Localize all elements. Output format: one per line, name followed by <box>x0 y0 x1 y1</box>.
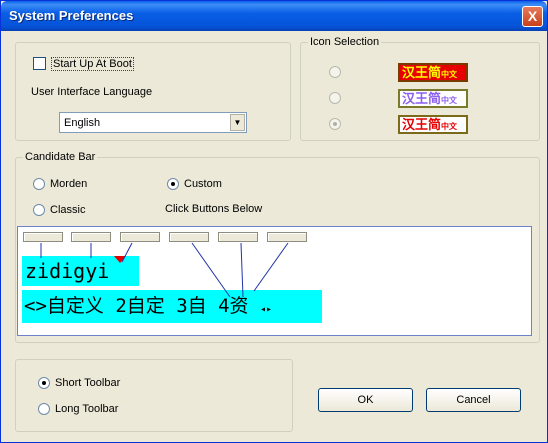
ime-icon-3[interactable]: 汉王简中文 <box>398 115 468 134</box>
icon-selection-group: Icon Selection 汉王简中文 汉王简中文 汉王简中文 <box>300 36 540 141</box>
short-toolbar-label[interactable]: Short Toolbar <box>55 377 120 389</box>
chevron-down-icon[interactable]: ▼ <box>230 114 245 131</box>
ime-icon-text: 汉王简 <box>402 117 442 132</box>
window-title: System Preferences <box>9 8 134 23</box>
short-toolbar-radio[interactable] <box>38 377 50 389</box>
ime-icon-2[interactable]: 汉王简中文 <box>398 89 468 108</box>
ime-icon-small-text: 中文 <box>441 96 458 105</box>
ime-icon-text: 汉王简 <box>402 65 442 80</box>
morden-radio[interactable] <box>33 178 45 190</box>
icon-option-radio-2[interactable] <box>329 92 341 104</box>
language-label: User Interface Language <box>31 86 153 98</box>
icon-option-radio-1[interactable] <box>329 66 341 78</box>
morden-label[interactable]: Morden <box>50 178 87 190</box>
cancel-button[interactable]: Cancel <box>426 388 521 412</box>
custom-radio[interactable] <box>167 178 179 190</box>
custom-label[interactable]: Custom <box>184 178 222 190</box>
ime-icon-small-text: 中文 <box>441 122 458 131</box>
startup-label[interactable]: Start Up At Boot <box>51 57 134 71</box>
ime-icon-small-text: 中文 <box>441 70 458 79</box>
long-toolbar-label[interactable]: Long Toolbar <box>55 403 118 415</box>
icon-selection-label: Icon Selection <box>308 36 382 48</box>
connector-lines <box>40 242 289 298</box>
ok-button[interactable]: OK <box>318 388 413 412</box>
classic-label[interactable]: Classic <box>50 204 85 216</box>
toolbar-group: Short Toolbar Long Toolbar <box>15 359 293 432</box>
close-button[interactable]: X <box>522 6 543 27</box>
language-select[interactable]: English ▼ <box>59 112 247 133</box>
ime-icon-text: 汉王简 <box>402 91 442 106</box>
candidate-bar-label: Candidate Bar <box>23 151 98 163</box>
language-select-value: English <box>64 117 101 129</box>
title-bar[interactable]: System Preferences X <box>1 1 547 31</box>
candidate-bar-preview: zidigyi <>自定义 2自定 3自 4资 ◂▸ <box>17 226 532 336</box>
startup-checkbox[interactable] <box>33 57 46 70</box>
click-buttons-hint: Click Buttons Below <box>165 203 263 215</box>
long-toolbar-radio[interactable] <box>38 403 50 415</box>
general-group: Start Up At Boot User Interface Language… <box>15 42 291 141</box>
icon-option-radio-3[interactable] <box>329 118 341 130</box>
ime-icon-1[interactable]: 汉王简中文 <box>398 63 468 82</box>
system-preferences-window: System Preferences X Start Up At Boot Us… <box>0 0 548 443</box>
classic-radio[interactable] <box>33 204 45 216</box>
